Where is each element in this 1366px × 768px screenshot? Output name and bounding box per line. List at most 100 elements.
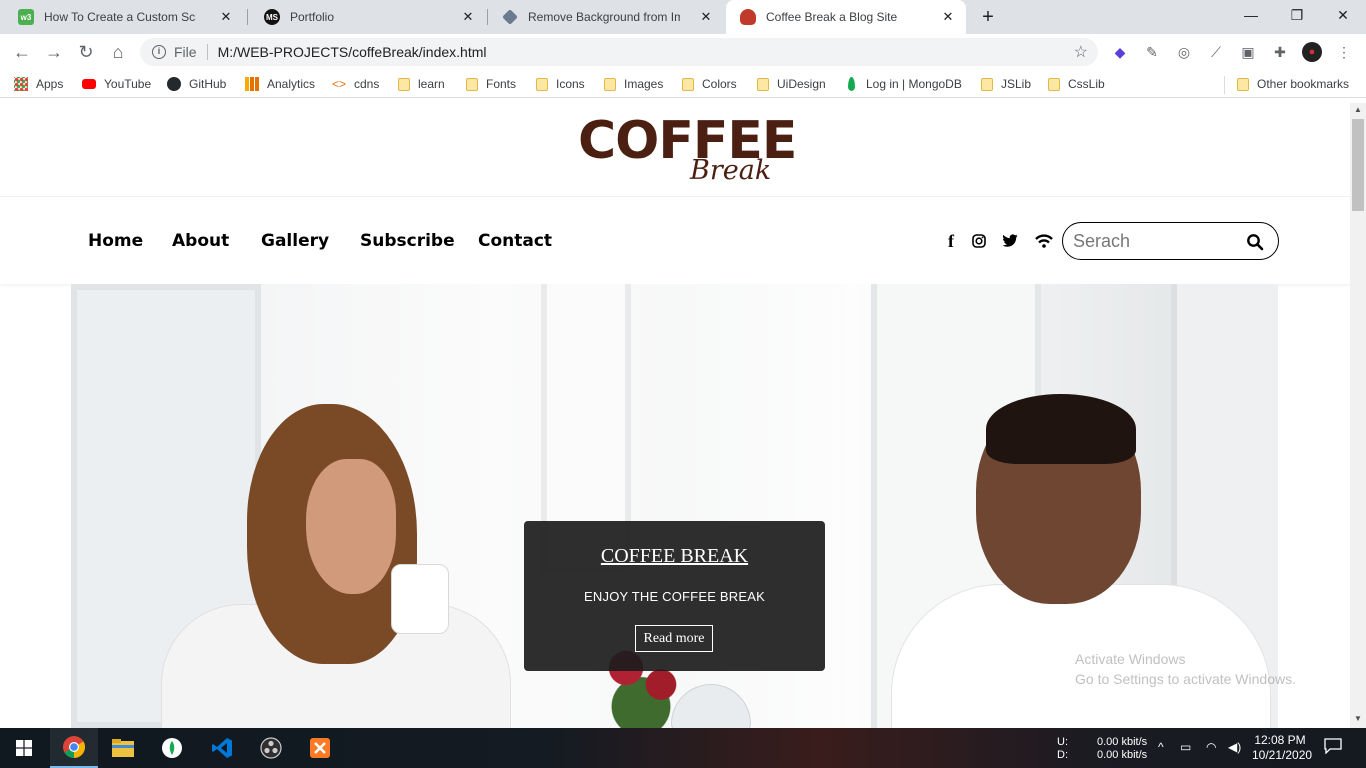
tab-title: How To Create a Custom Scrollba: [44, 10, 196, 24]
net-down-value: 0.00 kbit/s: [1097, 749, 1148, 761]
extension-wand-icon[interactable]: ⟋: [1206, 42, 1226, 62]
volume-icon[interactable]: ◀): [1228, 740, 1241, 768]
windows-logo-icon: [16, 740, 32, 756]
bookmark-label: cdns: [354, 77, 380, 91]
info-icon[interactable]: i: [152, 45, 166, 59]
bookmark-apps[interactable]: Apps: [14, 76, 63, 92]
bookmark-label: Icons: [556, 77, 585, 91]
page-scrollbar[interactable]: ▲ ▼: [1350, 103, 1366, 728]
start-button[interactable]: [0, 728, 48, 768]
folder-icon: [1237, 77, 1249, 91]
twitter-icon[interactable]: [1000, 231, 1020, 251]
site-navbar: Home About Gallery Subscribe Contact f: [0, 196, 1350, 284]
scrollbar-thumb[interactable]: [1352, 119, 1364, 211]
window-close-button[interactable]: ✕: [1320, 0, 1366, 30]
bookmark-folder[interactable]: Icons: [536, 76, 585, 92]
taskbar-file-explorer[interactable]: [99, 728, 147, 768]
forward-button[interactable]: →: [42, 40, 66, 64]
bookmark-folder[interactable]: JSLib: [981, 76, 1031, 92]
scroll-down-arrow-icon[interactable]: ▼: [1350, 712, 1366, 726]
facebook-icon[interactable]: f: [941, 231, 961, 251]
extension-eyedropper-icon[interactable]: ✎: [1142, 42, 1162, 62]
mongodb-icon: [848, 77, 855, 91]
close-icon[interactable]: ✕: [218, 9, 234, 25]
bookmark-folder[interactable]: learn: [398, 76, 445, 92]
extension-camera-icon[interactable]: ▣: [1238, 42, 1258, 62]
chevron-up-icon[interactable]: ^: [1158, 740, 1164, 768]
wifi-icon[interactable]: ◠: [1206, 740, 1216, 768]
browser-tab-strip: w3 How To Create a Custom Scrollba ✕ MS …: [0, 0, 1366, 34]
folder-icon: [466, 77, 478, 91]
folder-icon: [1048, 77, 1060, 91]
bookmark-folder[interactable]: CssLib: [1048, 76, 1105, 92]
bookmark-folder[interactable]: UiDesign: [757, 76, 826, 92]
bookmark-label: CssLib: [1068, 77, 1105, 91]
back-button[interactable]: ←: [10, 40, 34, 64]
home-button[interactable]: ⌂: [106, 40, 130, 64]
new-tab-button[interactable]: +: [976, 5, 1000, 29]
nav-contact[interactable]: Contact: [478, 231, 552, 251]
taskbar-obs[interactable]: [247, 728, 295, 768]
bookmark-star-icon[interactable]: ☆: [1074, 42, 1088, 62]
close-icon[interactable]: ✕: [940, 9, 956, 25]
hero-caption: COFFEE BREAK ENJOY THE COFFEE BREAK Read…: [524, 521, 825, 671]
bookmark-youtube[interactable]: YouTube: [82, 76, 151, 92]
watermark-line2: Go to Settings to activate Windows.: [1075, 671, 1296, 687]
bookmark-analytics[interactable]: Analytics: [245, 76, 315, 92]
maximize-button[interactable]: ❐: [1274, 0, 1320, 30]
site-logo[interactable]: COFFEE Break: [578, 111, 797, 191]
close-icon[interactable]: ✕: [698, 9, 714, 25]
rss-icon[interactable]: [1034, 231, 1054, 251]
clock-date: 10/21/2020: [1252, 748, 1313, 762]
browser-tab[interactable]: MS Portfolio ✕: [250, 0, 486, 34]
extension-diamond-icon[interactable]: ◆: [1110, 42, 1130, 62]
address-scheme: File: [174, 44, 197, 60]
bookmark-label: Images: [624, 77, 664, 91]
taskbar-vscode[interactable]: [198, 728, 246, 768]
bookmark-label: Colors: [702, 77, 737, 91]
other-bookmarks[interactable]: Other bookmarks: [1237, 76, 1349, 92]
browser-tab[interactable]: w3 How To Create a Custom Scrollba ✕: [4, 0, 244, 34]
nav-subscribe[interactable]: Subscribe: [360, 231, 455, 251]
bookmark-github[interactable]: GitHub: [167, 76, 226, 92]
nav-home[interactable]: Home: [88, 231, 143, 251]
notifications-icon[interactable]: [1324, 738, 1344, 756]
browser-tab-active[interactable]: Coffee Break a Blog Site ✕: [726, 0, 966, 34]
search-input[interactable]: [1073, 231, 1243, 251]
address-bar[interactable]: i File M:/WEB-PROJECTS/coffeBreak/index.…: [140, 38, 1098, 66]
search-icon[interactable]: [1246, 233, 1264, 251]
taskbar-chrome[interactable]: [50, 728, 98, 768]
bookmark-mongodb[interactable]: Log in | MongoDB: [845, 76, 962, 92]
bookmark-label: GitHub: [189, 77, 227, 91]
close-icon[interactable]: ✕: [460, 9, 476, 25]
bookmark-label: YouTube: [104, 77, 152, 91]
taskbar-xampp[interactable]: [296, 728, 344, 768]
clock[interactable]: 12:08 PM 10/21/2020: [1252, 733, 1313, 768]
folder-icon: [604, 77, 616, 91]
bookmark-cdns[interactable]: <> cdns: [332, 76, 379, 92]
code-icon: <>: [332, 77, 347, 91]
photo-coffee-cup: [391, 564, 449, 634]
hero-title[interactable]: COFFEE BREAK: [524, 545, 825, 568]
browser-tab[interactable]: Remove Background from Image ✕: [488, 0, 724, 34]
bookmark-folder[interactable]: Colors: [682, 76, 737, 92]
profile-avatar[interactable]: ●: [1302, 42, 1322, 62]
bookmark-folder[interactable]: Images: [604, 76, 663, 92]
bookmark-label: Fonts: [486, 77, 517, 91]
nav-gallery[interactable]: Gallery: [261, 231, 329, 251]
menu-kebab-icon[interactable]: ⋮: [1334, 42, 1354, 62]
bookmark-folder[interactable]: Fonts: [466, 76, 516, 92]
search-box: [1062, 222, 1279, 260]
nav-about[interactable]: About: [172, 231, 229, 251]
taskbar-mongodb-compass[interactable]: [148, 728, 196, 768]
minimize-button[interactable]: —: [1228, 0, 1274, 30]
reload-button[interactable]: ↻: [74, 40, 98, 64]
instagram-icon[interactable]: [969, 231, 989, 251]
address-divider: [206, 44, 208, 60]
scroll-up-arrow-icon[interactable]: ▲: [1350, 103, 1366, 117]
battery-icon[interactable]: ▭: [1180, 740, 1191, 768]
read-more-button[interactable]: Read more: [635, 625, 713, 652]
extension-code-icon[interactable]: ◎: [1174, 42, 1194, 62]
extensions-puzzle-icon[interactable]: ✚: [1270, 42, 1290, 62]
activate-windows-watermark: Activate Windows Go to Settings to activ…: [1075, 649, 1296, 689]
